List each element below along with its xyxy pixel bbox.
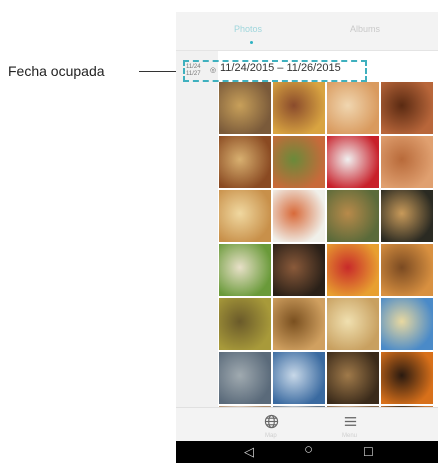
photo-thumbnail-dessert-spread[interactable] [381, 190, 433, 242]
circle-check-icon[interactable]: ◎ [210, 66, 216, 74]
photo-thumbnail-sea-chair[interactable] [273, 352, 325, 404]
photo-thumbnail-tart-collage[interactable] [219, 82, 271, 134]
photo-thumbnail-pasta-plate[interactable] [219, 244, 271, 296]
photo-thumbnail-fruit-tart[interactable] [381, 82, 433, 134]
photo-thumbnail-donuts[interactable] [327, 82, 379, 134]
home-icon[interactable]: ○ [304, 442, 313, 458]
photo-thumbnail-pumpkins[interactable] [381, 352, 433, 404]
timeline-scrubber[interactable] [176, 51, 218, 407]
date-range-label: 11/24/2015 – 11/26/2015 [220, 62, 341, 74]
tab-photos[interactable]: Photos [234, 24, 262, 34]
gallery-screen: Photos Albums 11/24 11/27 ◎ 11/24/2015 –… [176, 12, 438, 463]
photo-thumbnail-plated-dish[interactable] [273, 190, 325, 242]
photo-thumbnail-breads[interactable] [219, 136, 271, 188]
photo-thumbnail-croissants[interactable] [381, 244, 433, 296]
globe-icon[interactable] [264, 414, 279, 432]
tab-indicator [250, 41, 253, 44]
photo-thumbnail-tea-set[interactable] [273, 298, 325, 350]
photo-thumbnail-bicycle[interactable] [327, 352, 379, 404]
photo-thumbnail-grey-sea[interactable] [219, 352, 271, 404]
bottom-bar: Map Menu [176, 407, 438, 442]
system-nav-bar: ◁ ○ ☐ [176, 441, 438, 463]
tab-bar: Photos Albums [176, 12, 438, 50]
photo-thumbnail-sunlit-trees[interactable] [327, 298, 379, 350]
photo-thumbnail-dark-food[interactable] [273, 244, 325, 296]
tab-albums[interactable]: Albums [350, 24, 380, 34]
timeline-end-date: 11/27 [186, 71, 201, 77]
menu-label: Menu [342, 433, 358, 439]
back-icon[interactable]: ◁ [244, 444, 254, 460]
callout-label: Fecha ocupada [8, 63, 105, 79]
photo-thumbnail-cupcakes[interactable] [273, 82, 325, 134]
photo-thumbnail-fruit-skewers[interactable] [273, 136, 325, 188]
photo-thumbnail-beach-sky[interactable] [381, 298, 433, 350]
photo-thumbnail-baguettes[interactable] [219, 190, 271, 242]
recents-icon[interactable]: ☐ [363, 444, 374, 460]
timeline-start-date: 11/24 [186, 64, 201, 70]
photo-thumbnail-sugared-donuts[interactable] [381, 136, 433, 188]
photo-thumbnail-salads-table[interactable] [327, 190, 379, 242]
photo-thumbnail-strawberries[interactable] [327, 136, 379, 188]
photo-grid [219, 82, 433, 458]
photo-thumbnail-fruit-tower[interactable] [327, 244, 379, 296]
photo-thumbnail-soup-bowl[interactable] [219, 298, 271, 350]
menu-icon[interactable] [343, 414, 358, 432]
map-label: Map [265, 433, 277, 439]
